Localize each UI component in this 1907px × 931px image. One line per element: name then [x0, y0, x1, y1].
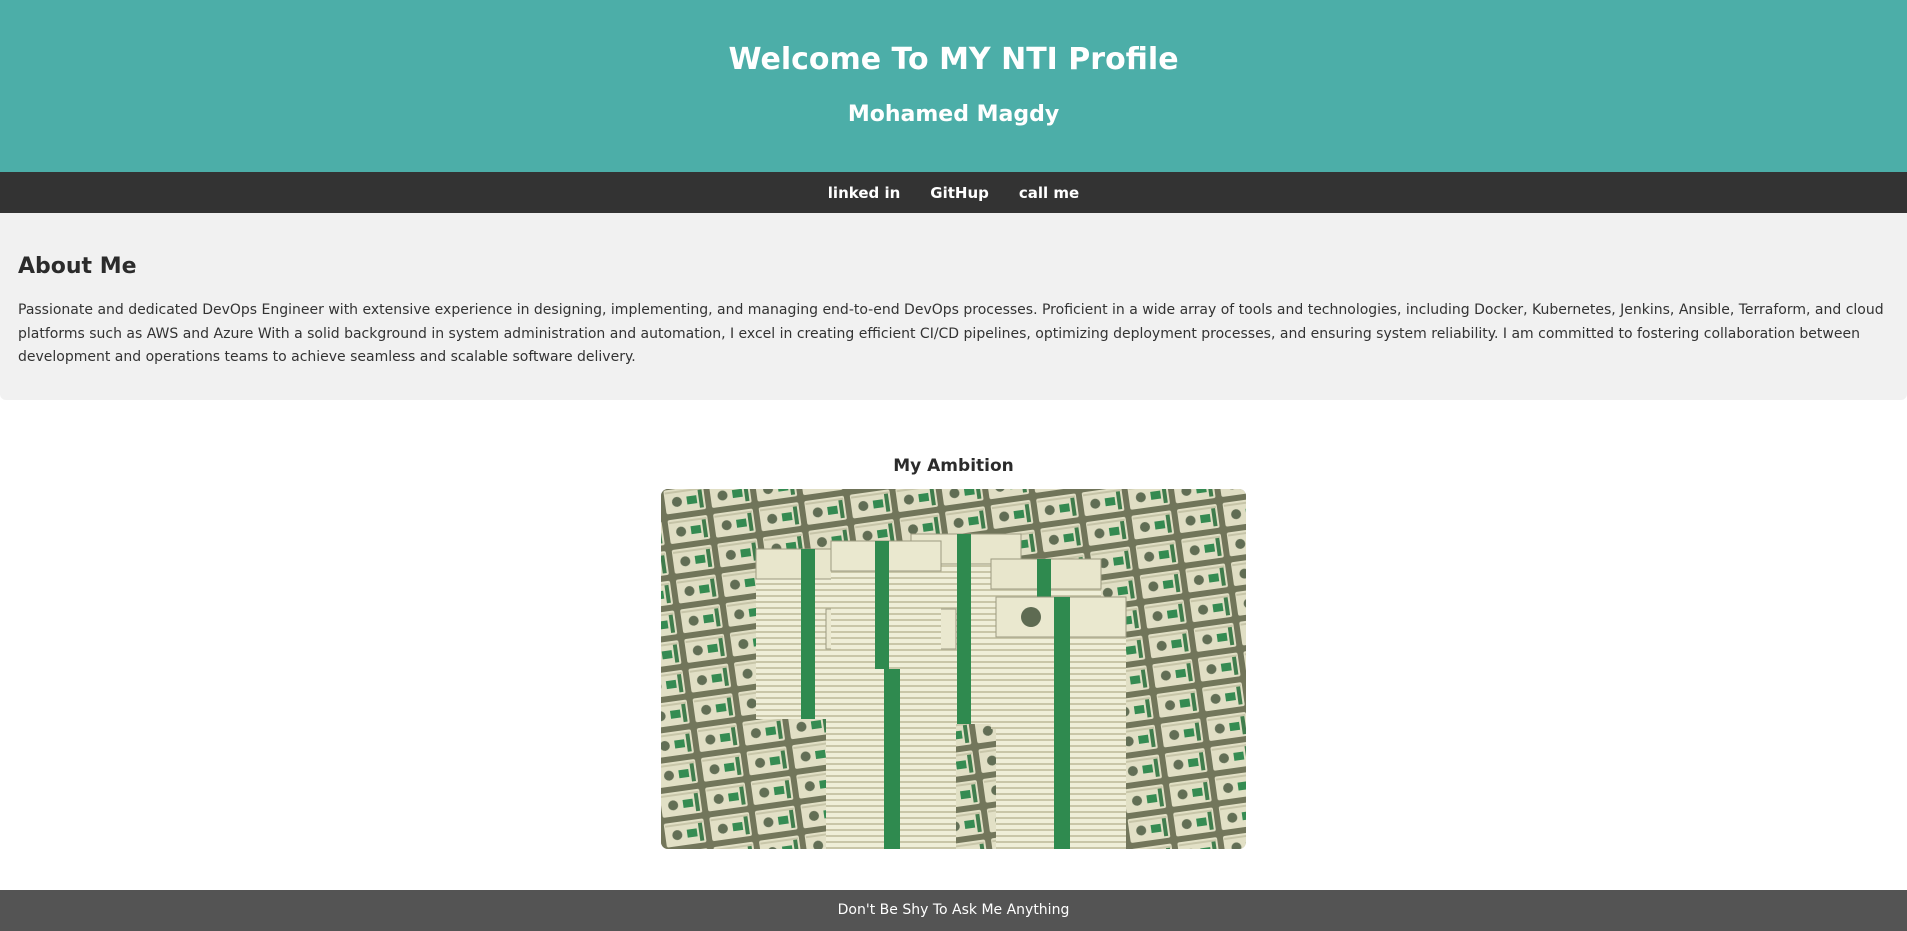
nav-link-github[interactable]: GitHup	[915, 184, 1004, 202]
ambition-heading: My Ambition	[893, 456, 1014, 476]
nav-link-linkedin[interactable]: linked in	[813, 184, 916, 202]
about-heading: About Me	[18, 254, 137, 279]
profile-name: Mohamed Magdy	[847, 102, 1060, 127]
nav-link-call-me[interactable]: call me	[1004, 184, 1094, 202]
page-footer: Don't Be Shy To Ask Me Anything	[0, 890, 1907, 931]
nav-bar: linked in GitHup call me	[0, 172, 1907, 213]
page-header: Welcome To MY NTI Profile Mohamed Magdy	[0, 0, 1907, 172]
ambition-section: My Ambition	[0, 400, 1907, 888]
page-title: Welcome To MY NTI Profile	[728, 42, 1179, 77]
about-section: About Me Passionate and dedicated DevOps…	[0, 213, 1907, 400]
ambition-image	[661, 489, 1246, 849]
footer-text: Don't Be Shy To Ask Me Anything	[837, 902, 1070, 918]
about-text: Passionate and dedicated DevOps Engineer…	[18, 302, 1884, 365]
